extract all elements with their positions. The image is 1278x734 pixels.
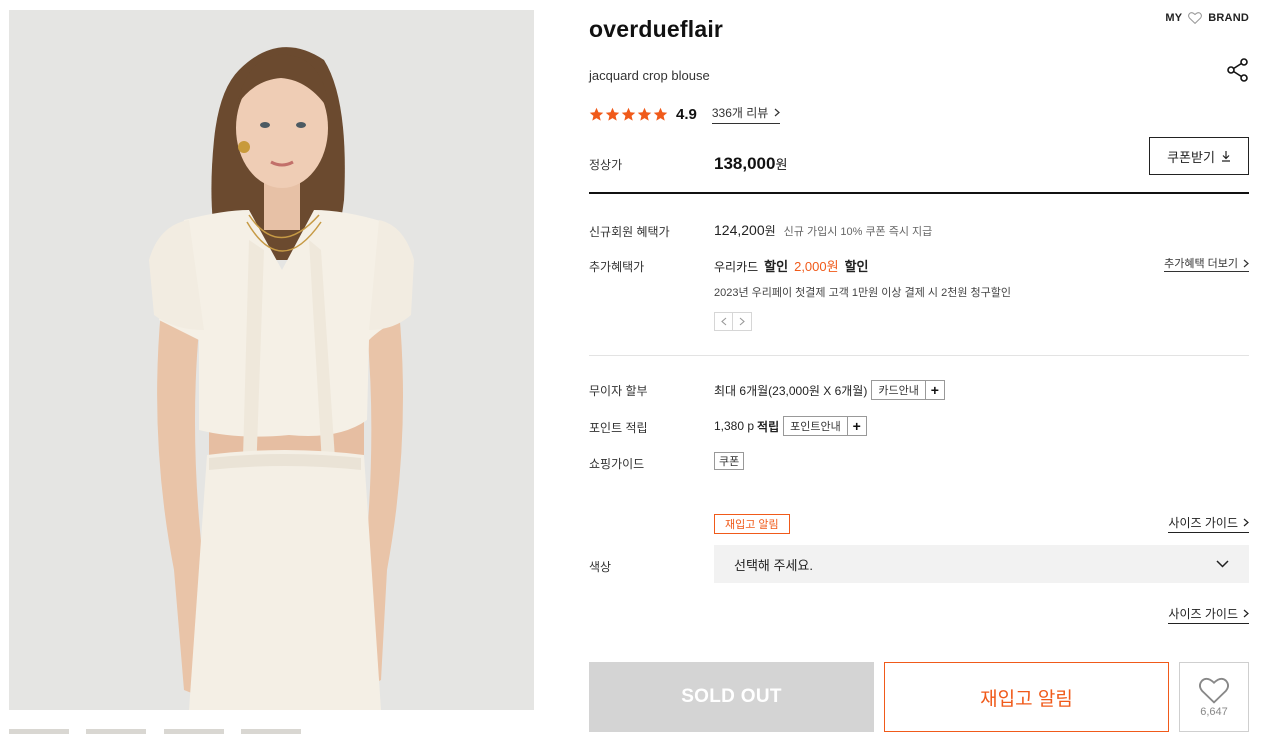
points-value: 1,380 p — [714, 419, 755, 433]
color-label: 색상 — [589, 560, 612, 574]
regular-price-value: 138,000 — [714, 154, 776, 173]
thumbnail-strip — [9, 729, 534, 734]
points-info-button[interactable]: 포인트안내 + — [783, 416, 867, 436]
extra-benefit-label: 추가혜택가 — [589, 260, 645, 274]
benefit-card-name: 우리카드 — [714, 260, 759, 274]
guide-coupon-tag[interactable]: 쿠폰 — [714, 452, 745, 470]
sold-out-button[interactable]: SOLD OUT — [589, 662, 874, 732]
pager-next-button[interactable] — [733, 312, 752, 331]
coupon-button-label: 쿠폰받기 — [1167, 150, 1215, 166]
thumbnail-4[interactable] — [241, 729, 301, 734]
restock-alert-button[interactable]: 재입고 알림 — [884, 662, 1169, 732]
share-icon[interactable] — [1227, 58, 1249, 82]
card-info-label: 카드안내 — [878, 385, 919, 397]
benefit-pager — [714, 312, 752, 331]
size-guide-label: 사이즈 가이드 — [1168, 516, 1238, 530]
review-link[interactable]: 336개 리뷰 — [711, 104, 781, 124]
star-icon — [605, 107, 620, 121]
member-currency: 원 — [764, 224, 776, 238]
more-link-label: 추가혜택 더보기 — [1164, 258, 1238, 270]
regular-price-label: 정상가 — [589, 158, 623, 172]
member-price-note: 신규 가입시 10% 쿠폰 즉시 지급 — [783, 226, 933, 238]
thumbnail-2[interactable] — [86, 729, 146, 734]
member-price-label: 신규회원 혜택가 — [589, 225, 670, 239]
chevron-left-icon — [720, 317, 726, 326]
shopping-guide-label: 쇼핑가이드 — [589, 457, 645, 471]
heart-icon — [1199, 677, 1229, 704]
installment-value: 최대 6개월(23,000원 X 6개월) — [714, 383, 868, 398]
extra-benefit: 우리카드 할인 2,000원 할인 — [714, 256, 869, 275]
thumbnail-1[interactable] — [9, 729, 69, 734]
size-guide-link[interactable]: 사이즈 가이드 — [1168, 514, 1249, 533]
price-divider — [589, 192, 1249, 194]
star-icon — [589, 107, 604, 121]
benefit-discount-word-2: 할인 — [844, 259, 869, 274]
chevron-right-icon — [1243, 518, 1249, 527]
star-icon — [653, 107, 668, 121]
rating-row: 4.9 336개 리뷰 — [589, 104, 781, 124]
installment-label: 무이자 할부 — [589, 384, 648, 398]
color-select-value: 선택해 주세요. — [734, 557, 813, 573]
benefit-discount-word: 할인 — [764, 259, 789, 274]
product-main-image[interactable] — [9, 10, 534, 710]
member-price-value: 124,200 — [714, 222, 765, 238]
chevron-right-icon — [1243, 259, 1249, 267]
plus-icon: + — [846, 417, 866, 435]
product-photo-illustration — [9, 10, 534, 710]
installment-info: 최대 6개월(23,000원 X 6개월) 카드안내 + — [714, 380, 945, 400]
points-suffix: 적립 — [757, 419, 780, 434]
thumbnail-3[interactable] — [164, 729, 224, 734]
brand-links: MY BRAND — [1165, 12, 1249, 24]
heart-icon[interactable] — [1188, 12, 1203, 24]
card-info-button[interactable]: 카드안내 + — [871, 380, 945, 400]
review-link-label: 336개 리뷰 — [711, 106, 769, 120]
color-select[interactable]: 선택해 주세요. — [714, 545, 1249, 583]
rating-score: 4.9 — [676, 105, 697, 123]
benefit-amount: 2,000원 — [794, 259, 839, 274]
star-icon — [621, 107, 636, 121]
chevron-down-icon — [1216, 560, 1229, 568]
like-count: 6,647 — [1200, 705, 1228, 718]
brand-link[interactable]: BRAND — [1208, 12, 1249, 24]
member-price: 124,200 원 신규 가입시 10% 쿠폰 즉시 지급 — [714, 222, 932, 239]
currency-unit: 원 — [775, 157, 788, 172]
my-label: MY — [1165, 12, 1183, 24]
coupon-download-button[interactable]: 쿠폰받기 — [1149, 137, 1249, 175]
chevron-right-icon — [1243, 609, 1249, 618]
like-button[interactable]: 6,647 — [1179, 662, 1249, 732]
points-info-label: 포인트안내 — [790, 421, 841, 433]
pager-prev-button[interactable] — [714, 312, 733, 331]
points-info: 1,380 p 적립 포인트안내 + — [714, 416, 867, 436]
product-info-panel: MY BRAND overdueflair jacquard crop blou… — [589, 0, 1249, 734]
brand-name[interactable]: overdueflair — [589, 16, 723, 43]
size-guide-label-2: 사이즈 가이드 — [1168, 607, 1238, 621]
section-divider — [589, 355, 1249, 356]
regular-price: 138,000원 — [714, 154, 787, 174]
plus-icon: + — [924, 381, 944, 399]
benefit-description: 2023년 우리페이 첫결제 고객 1만원 이상 결제 시 2천원 청구할인 — [714, 287, 1011, 299]
download-icon — [1221, 150, 1230, 162]
points-label: 포인트 적립 — [589, 421, 648, 435]
product-name: jacquard crop blouse — [589, 68, 710, 83]
restock-alert-tag[interactable]: 재입고 알림 — [714, 514, 790, 534]
star-rating — [589, 107, 668, 122]
star-icon — [637, 107, 652, 121]
chevron-right-icon — [774, 108, 781, 117]
chevron-right-icon — [739, 317, 745, 326]
size-guide-link-2[interactable]: 사이즈 가이드 — [1168, 605, 1249, 624]
extra-benefit-more-link[interactable]: 추가혜택 더보기 — [1164, 255, 1249, 272]
